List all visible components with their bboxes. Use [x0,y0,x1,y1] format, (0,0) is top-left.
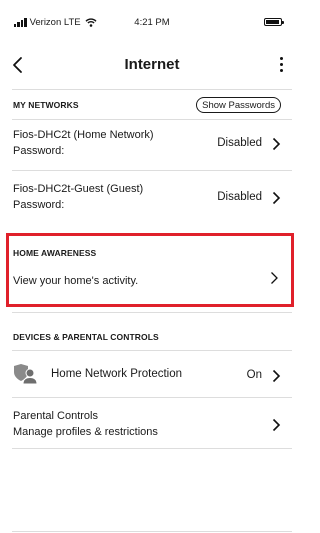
home-awareness-label: View your home's activity. [13,275,139,287]
network-row-text: Fios-DHC2t (Home Network) Password: [13,127,154,159]
more-icon[interactable] [278,57,284,73]
status-bar: Verizon LTE 4:21 PM [0,0,304,44]
divider [12,448,292,449]
network-password-label: Password: [13,199,65,211]
network-row-text: Fios-DHC2t-Guest (Guest) Password: [13,181,143,213]
network-status: Disabled [217,137,262,149]
chevron-right-icon [271,272,278,284]
chevron-right-icon [272,369,281,383]
divider [12,531,292,532]
battery-icon [264,18,284,26]
home-awareness-row[interactable]: View your home's activity. [0,266,304,294]
network-name: Fios-DHC2t (Home Network) [13,129,154,141]
network-row-home[interactable]: Fios-DHC2t (Home Network) Password: Disa… [0,120,304,170]
section-header-my-networks: MY NETWORKS [13,100,79,110]
network-password-label: Password: [13,145,65,157]
page-title: Internet [124,56,180,73]
shield-user-icon [14,364,38,385]
home-network-protection-row[interactable]: Home Network Protection On [0,351,304,397]
nav-bar: Internet [0,48,304,84]
chevron-right-icon [272,137,281,151]
section-header-devices: DEVICES & PARENTAL CONTROLS [13,332,159,342]
network-status: Disabled [217,191,262,203]
network-row-guest[interactable]: Fios-DHC2t-Guest (Guest) Password: Disab… [0,171,304,225]
divider [12,89,292,90]
chevron-right-icon [272,191,281,205]
home-network-protection-label: Home Network Protection [51,368,183,380]
parental-controls-text: Parental Controls Manage profiles & rest… [13,408,158,440]
protection-status: On [246,369,262,381]
network-name: Fios-DHC2t-Guest (Guest) [13,183,144,195]
parental-controls-row[interactable]: Parental Controls Manage profiles & rest… [0,398,304,448]
divider [12,312,292,313]
show-passwords-button[interactable]: Show Passwords [196,97,281,113]
parental-controls-subtitle: Manage profiles & restrictions [13,426,158,438]
parental-controls-title: Parental Controls [13,410,98,422]
status-time: 4:21 PM [134,17,170,28]
chevron-right-icon [272,418,281,432]
section-header-home-awareness: HOME AWARENESS [13,248,97,258]
